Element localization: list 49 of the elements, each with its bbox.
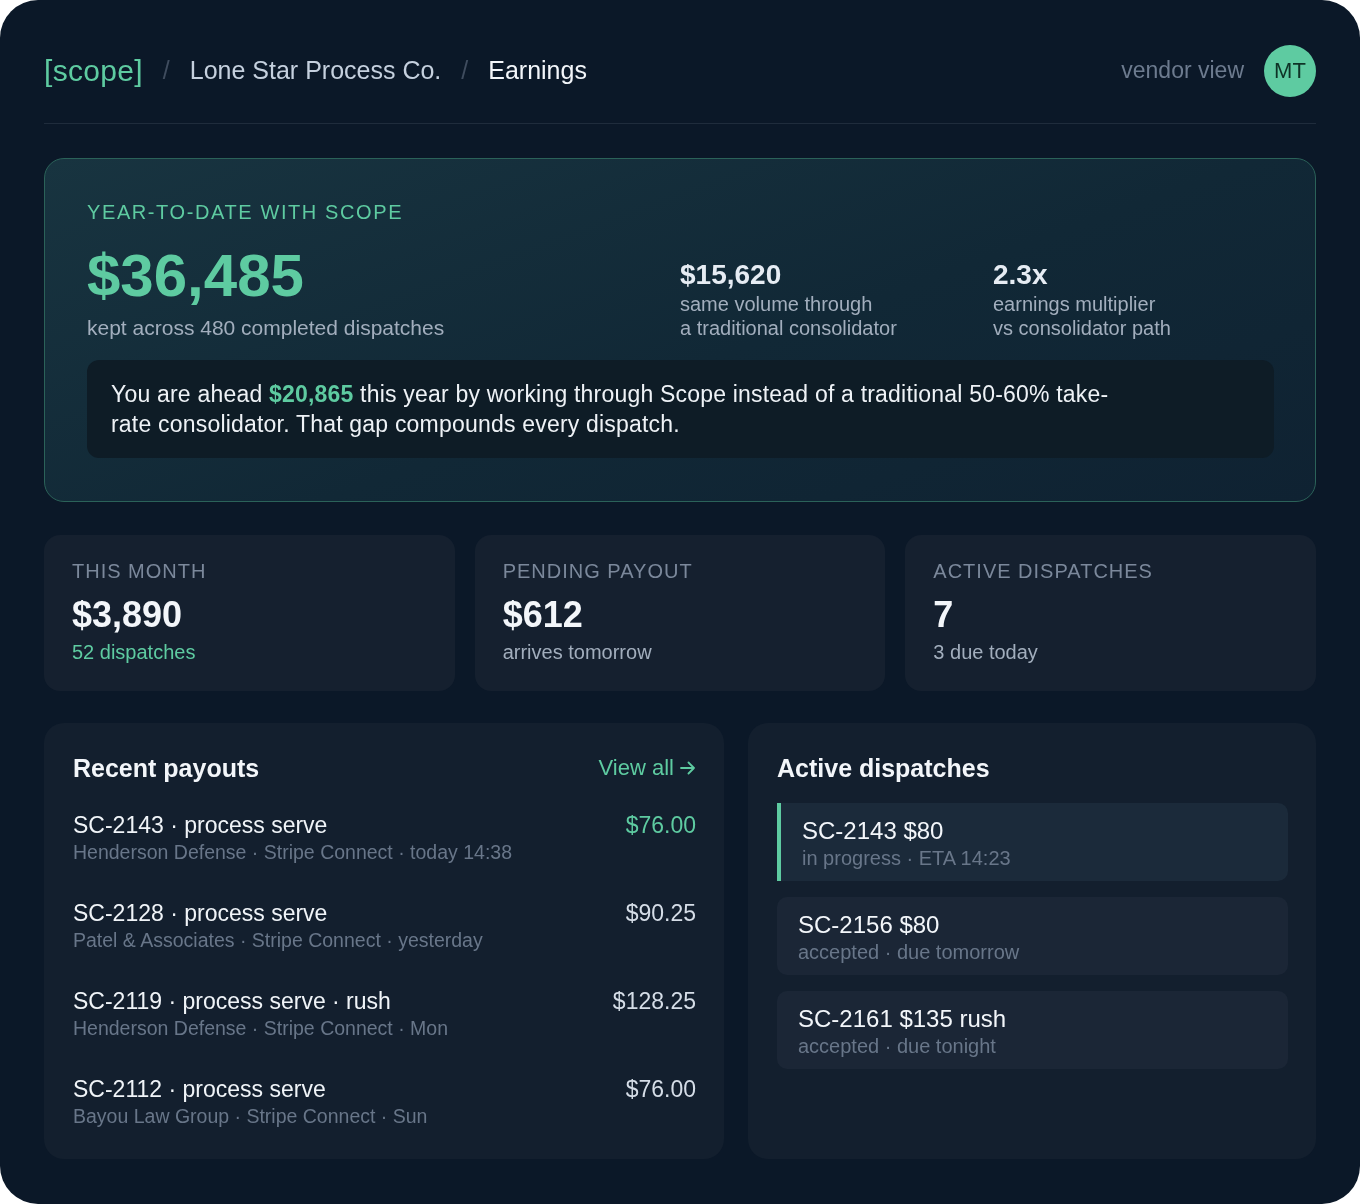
- comparison-caption: earnings multiplier vs consolidator path: [993, 292, 1172, 340]
- breadcrumb-separator: /: [162, 56, 170, 85]
- payout-amount: $128.25: [612, 987, 696, 1015]
- payout-title: SC-2112 · process serve: [73, 1075, 327, 1103]
- arrow-right-icon: [680, 761, 696, 775]
- view-mode-label: vendor view: [1121, 57, 1244, 84]
- payout-amount: $90.25: [625, 899, 696, 927]
- panel-title: Active dispatches: [777, 753, 990, 783]
- view-all-link[interactable]: View all: [598, 755, 696, 781]
- dispatch-title: SC-2143 $80: [802, 817, 945, 845]
- dispatch-status: in progress · ETA 14:23: [802, 846, 1012, 871]
- panel-title: Recent payouts: [73, 753, 260, 783]
- dispatch-card[interactable]: SC-2143 $80 in progress · ETA 14:23: [777, 803, 1288, 881]
- breadcrumb-separator: /: [461, 56, 469, 85]
- breadcrumb-link[interactable]: Earnings: [488, 56, 587, 85]
- payout-title: SC-2143 · process serve: [73, 811, 329, 839]
- payout-details: Henderson Defense · Stripe Connect · Mon: [73, 1016, 449, 1041]
- comparison-value: $15,620: [680, 258, 783, 292]
- brand-name: [scope]: [44, 53, 143, 88]
- stat-label: THIS MONTH: [72, 560, 208, 583]
- hero-eyebrow: YEAR-TO-DATE WITH SCOPE: [87, 201, 405, 224]
- stat-label: ACTIVE DISPATCHES: [933, 560, 1154, 583]
- dispatch-status: accepted · due tomorrow: [798, 940, 1021, 965]
- ytd-caption: kept across 480 completed dispatches: [87, 316, 446, 340]
- stat-value: 7: [933, 593, 955, 637]
- payout-title: SC-2119 · process serve · rush: [73, 987, 392, 1015]
- stat-label: PENDING PAYOUT: [502, 560, 694, 583]
- payout-amount: $76.00: [625, 1075, 696, 1103]
- comparison-value: 2.3x: [993, 258, 1049, 292]
- savings-callout: You are ahead $20,865 this year by working through Scope instead of a traditional 50-60% take-rate consolidator. That gap compounds every dispatch.: [87, 360, 1274, 458]
- user-avatar[interactable]: MT: [1264, 44, 1316, 97]
- stat-note: 52 dispatches: [72, 641, 197, 664]
- dispatch-title: SC-2161 $135 rush: [798, 1005, 1008, 1033]
- dispatch-status: accepted · due tonight: [798, 1034, 997, 1059]
- stat-value: $3,890: [72, 593, 184, 637]
- dispatch-card[interactable]: SC-2156 $80 accepted · due tomorrow: [777, 897, 1288, 975]
- payout-details: Patel & Associates · Stripe Connect · yesterday: [73, 928, 483, 953]
- payout-details: Bayou Law Group · Stripe Connect · Sun: [73, 1104, 428, 1129]
- stat-note: 3 due today: [933, 641, 1039, 664]
- stat-value: $612: [502, 593, 584, 637]
- dispatch-title: SC-2156 $80: [798, 911, 941, 939]
- ytd-amount: $36,485: [87, 241, 305, 311]
- payout-details: Henderson Defense · Stripe Connect · today 14:38: [73, 840, 512, 865]
- breadcrumb-link[interactable]: Lone Star Process Co.: [189, 56, 442, 85]
- payout-amount: $76.00: [625, 811, 696, 839]
- dispatch-card[interactable]: SC-2161 $135 rush accepted · due tonight: [777, 991, 1288, 1069]
- payout-title: SC-2128 · process serve: [73, 899, 329, 927]
- stat-note: arrives tomorrow: [502, 641, 653, 664]
- comparison-caption: same volume through a traditional consolidator: [680, 292, 898, 340]
